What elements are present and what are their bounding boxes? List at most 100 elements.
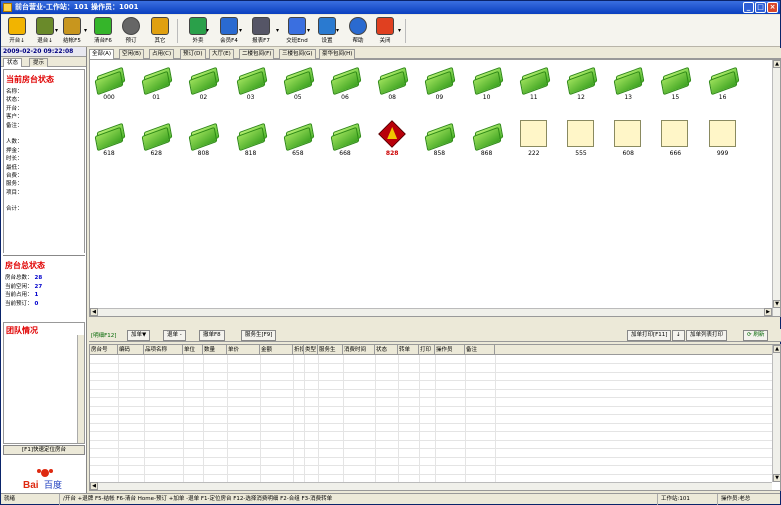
room-608[interactable]: 608: [609, 119, 647, 163]
column-header[interactable]: 金额: [260, 345, 293, 355]
room-628[interactable]: 628: [137, 119, 175, 163]
table-row[interactable]: [90, 382, 772, 390]
column-header[interactable]: 编码: [118, 345, 144, 355]
room-grid-hscroll[interactable]: ◀ ▶: [90, 308, 772, 316]
cancel-order-button[interactable]: 撤单F8: [199, 330, 225, 341]
team-scrollbar[interactable]: [77, 335, 84, 443]
toolbar-button-11[interactable]: 帮助: [344, 16, 372, 46]
add-order-button[interactable]: 加单▼: [127, 330, 151, 341]
detail-scroll-down-icon[interactable]: ▼: [773, 474, 781, 482]
dropdown-arrow-icon[interactable]: ▾: [276, 27, 279, 34]
dropdown-arrow-icon[interactable]: ▾: [239, 27, 242, 34]
toolbar-button-3[interactable]: 清台F6: [89, 16, 117, 46]
room-555[interactable]: 555: [562, 119, 600, 163]
table-row[interactable]: [90, 407, 772, 415]
room-grid-vscroll[interactable]: ▲ ▼: [772, 60, 781, 316]
scroll-up-arrow-icon[interactable]: ▲: [773, 60, 781, 68]
dropdown-arrow-icon[interactable]: ▾: [336, 27, 339, 34]
table-row[interactable]: [90, 399, 772, 407]
room-668[interactable]: 668: [326, 119, 364, 163]
room-868[interactable]: 868: [468, 119, 506, 163]
toolbar-button-4[interactable]: 预订: [117, 16, 145, 46]
room-01[interactable]: 01: [137, 63, 175, 107]
dropdown-arrow-icon[interactable]: ▾: [84, 27, 87, 34]
column-header[interactable]: 操作员: [435, 345, 465, 355]
table-row[interactable]: [90, 433, 772, 441]
column-header[interactable]: 折扣: [293, 345, 304, 355]
room-tab-2[interactable]: 占用(C): [149, 49, 175, 59]
room-16[interactable]: 16: [704, 63, 742, 107]
minimize-button[interactable]: _: [743, 2, 754, 13]
room-06[interactable]: 06: [326, 63, 364, 107]
room-000[interactable]: 000: [90, 63, 128, 107]
table-row[interactable]: [90, 356, 772, 364]
room-tab-0[interactable]: 全部(A): [89, 49, 115, 59]
room-222[interactable]: 222: [515, 119, 553, 163]
refresh-button[interactable]: ⟳ 刷新: [743, 330, 769, 341]
room-12[interactable]: 12: [562, 63, 600, 107]
room-10[interactable]: 10: [468, 63, 506, 107]
room-tab-6[interactable]: 三楼包间(G): [279, 49, 316, 59]
column-header[interactable]: 单价: [227, 345, 260, 355]
room-818[interactable]: 818: [232, 119, 270, 163]
dropdown-arrow-icon[interactable]: ▾: [307, 27, 310, 34]
dropdown-arrow-icon[interactable]: ▾: [206, 27, 209, 34]
table-row[interactable]: [90, 416, 772, 424]
scroll-left-arrow-icon[interactable]: ◀: [90, 308, 98, 316]
toolbar-button-2[interactable]: 结帐F5: [58, 16, 86, 46]
room-09[interactable]: 09: [420, 63, 458, 107]
waiter-button[interactable]: 服务生[F9]: [241, 330, 277, 341]
table-row[interactable]: [90, 458, 772, 466]
column-header[interactable]: 服务生: [318, 345, 343, 355]
column-header[interactable]: 状态: [375, 345, 398, 355]
dropdown-arrow-icon[interactable]: ▾: [55, 27, 58, 34]
room-808[interactable]: 808: [184, 119, 222, 163]
room-658[interactable]: 658: [279, 119, 317, 163]
room-02[interactable]: 02: [184, 63, 222, 107]
room-03[interactable]: 03: [232, 63, 270, 107]
column-header[interactable]: 房台号: [90, 345, 118, 355]
table-row[interactable]: [90, 390, 772, 398]
toolbar-button-0[interactable]: 开台↓: [3, 16, 31, 46]
table-row[interactable]: [90, 424, 772, 432]
table-row[interactable]: [90, 450, 772, 458]
room-858[interactable]: 858: [420, 119, 458, 163]
column-header[interactable]: 数量: [203, 345, 227, 355]
column-header[interactable]: 消费时间: [343, 345, 375, 355]
room-15[interactable]: 15: [656, 63, 694, 107]
room-tab-5[interactable]: 二楼包间(F): [239, 49, 275, 59]
print-dropdown-arrow[interactable]: ↓: [672, 330, 685, 341]
room-tab-3[interactable]: 预订(D): [180, 49, 206, 59]
maximize-button[interactable]: □: [755, 2, 766, 13]
column-header[interactable]: 类型: [304, 345, 318, 355]
dropdown-arrow-icon[interactable]: ▾: [398, 27, 401, 34]
room-08[interactable]: 08: [373, 63, 411, 107]
scroll-right-arrow-icon[interactable]: ▶: [764, 308, 772, 316]
title-bar[interactable]: 前台营业-工作站：101 操作员：1001 _ □ ×: [1, 1, 780, 14]
table-row[interactable]: [90, 373, 772, 381]
return-order-button[interactable]: 退单 -: [163, 330, 186, 341]
room-13[interactable]: 13: [609, 63, 647, 107]
table-row[interactable]: [90, 441, 772, 449]
close-window-button[interactable]: ×: [767, 2, 778, 13]
column-header[interactable]: 单位: [183, 345, 203, 355]
table-row[interactable]: [90, 365, 772, 373]
room-828[interactable]: 828: [373, 119, 411, 163]
detail-vscroll[interactable]: ▲ ▼: [772, 345, 781, 482]
column-header[interactable]: 转单: [398, 345, 419, 355]
scroll-down-arrow-icon[interactable]: ▼: [773, 300, 781, 308]
table-row[interactable]: [90, 467, 772, 475]
detail-scroll-left-icon[interactable]: ◀: [90, 482, 98, 490]
room-tab-7[interactable]: 豪华包间(H): [319, 49, 356, 59]
print-list-button[interactable]: 加单列表打印: [686, 330, 728, 341]
room-11[interactable]: 11: [515, 63, 553, 107]
tab-hint[interactable]: 提示: [29, 58, 49, 67]
detail-scroll-up-icon[interactable]: ▲: [773, 345, 781, 353]
quick-locate-button[interactable]: [F1]快速定位房台: [3, 445, 85, 455]
room-999[interactable]: 999: [704, 119, 742, 163]
detail-hscroll[interactable]: ◀: [90, 482, 772, 490]
tab-status[interactable]: 状态: [3, 58, 23, 67]
column-header[interactable]: 打印: [419, 345, 435, 355]
room-tab-1[interactable]: 空闲(B): [119, 49, 145, 59]
room-tab-4[interactable]: 大厅(E): [209, 49, 234, 59]
